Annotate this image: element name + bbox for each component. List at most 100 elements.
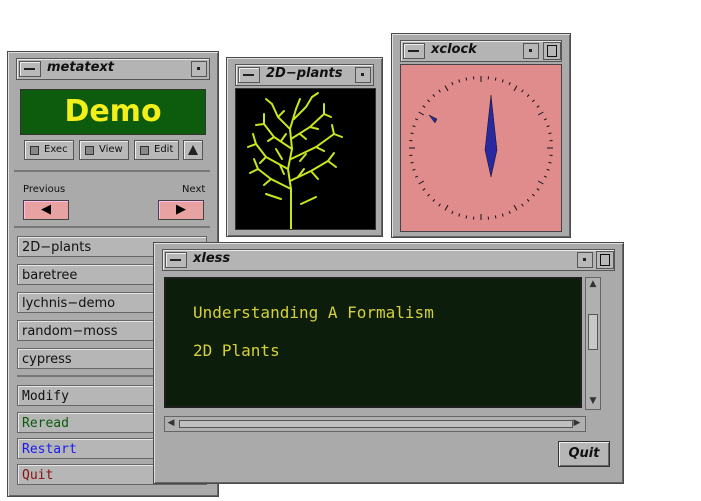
clock-tick	[513, 85, 518, 92]
clock-tick	[438, 203, 441, 207]
minimize-icon[interactable]	[577, 252, 593, 268]
window-title: 2D−plants	[266, 66, 343, 81]
clock-tick	[465, 77, 468, 81]
clock-tick	[536, 188, 540, 191]
maximize-icon[interactable]	[543, 42, 561, 60]
clock-tick	[458, 213, 461, 217]
clock-tick	[508, 82, 511, 86]
clock-tick	[526, 198, 530, 202]
maximize-icon[interactable]	[596, 251, 614, 269]
clock-tick	[546, 168, 550, 171]
divider	[14, 170, 210, 172]
clock-tick	[418, 111, 425, 116]
arrow-right-icon: ▶	[176, 202, 186, 217]
edit-toggle[interactable]: Edit	[134, 140, 179, 160]
divider	[14, 226, 210, 228]
minimize-icon[interactable]	[523, 43, 539, 59]
scroll-left-icon[interactable]: ◀	[166, 418, 176, 428]
xclock-titlebar[interactable]: xclock	[400, 40, 562, 62]
clock-tick	[513, 204, 518, 211]
clock-tick	[526, 94, 530, 98]
clock-tick	[451, 210, 454, 214]
plants-titlebar[interactable]: 2D−plants	[235, 64, 374, 86]
scroll-up-icon[interactable]: ▲	[588, 279, 598, 289]
quit-button[interactable]: Quit	[558, 441, 610, 467]
clock-tick	[501, 79, 504, 83]
clock-tick	[444, 204, 449, 211]
clock-tick	[422, 105, 426, 108]
clock-tick	[521, 203, 524, 207]
window-title: xless	[193, 251, 231, 266]
clock-tick	[418, 180, 425, 185]
triangle-up-icon	[188, 145, 198, 155]
window-menu-icon[interactable]	[19, 61, 41, 77]
clock-tick	[537, 180, 544, 185]
clock-tick	[432, 94, 436, 98]
minimize-icon[interactable]	[355, 67, 371, 83]
second-hand	[428, 114, 438, 124]
checkbox-icon	[30, 146, 39, 155]
next-button[interactable]: ▶	[158, 200, 204, 220]
next-label: Next	[182, 184, 206, 195]
clock-tick	[546, 125, 550, 128]
clock-tick	[465, 215, 468, 219]
vertical-scrollbar[interactable]: ▲ ▼	[585, 277, 601, 410]
plant-drawing	[247, 92, 343, 230]
clock-tick	[432, 198, 436, 202]
hour-hand	[484, 94, 498, 178]
clock-tick	[521, 89, 524, 93]
clock-tick	[451, 82, 454, 86]
clock-tick	[422, 188, 426, 191]
clock-tick	[536, 105, 540, 108]
clock-tick	[427, 99, 431, 103]
previous-label: Previous	[23, 184, 66, 195]
clock-tick	[494, 77, 497, 81]
arrow-left-icon: ◀	[41, 202, 51, 217]
clock-tick	[412, 125, 416, 128]
view-toggle[interactable]: View	[79, 140, 129, 160]
clock-tick	[415, 175, 419, 178]
scroll-right-icon[interactable]: ▶	[572, 418, 582, 428]
text-line: 2D Plants	[193, 341, 280, 360]
window-menu-icon[interactable]	[238, 67, 260, 83]
metatext-titlebar[interactable]: metatext	[16, 58, 210, 80]
plants-window: 2D−plants	[226, 57, 383, 237]
clock-tick	[501, 213, 504, 217]
minimize-icon[interactable]	[191, 61, 207, 77]
scroll-up-button[interactable]	[183, 140, 203, 160]
scroll-track[interactable]	[179, 420, 573, 428]
clock-tick	[410, 161, 414, 164]
text-viewer[interactable]: Understanding A Formalism 2D Plants	[164, 277, 582, 408]
clock-tick	[543, 118, 547, 121]
window-menu-icon[interactable]	[403, 43, 425, 59]
clock-tick	[531, 99, 535, 103]
clock-tick	[444, 85, 449, 92]
xless-window: xless Understanding A Formalism 2D Plant…	[153, 242, 624, 484]
scroll-thumb[interactable]	[588, 314, 598, 350]
window-title: xclock	[431, 42, 477, 57]
clock-dial	[409, 76, 553, 220]
clock-tick	[438, 89, 441, 93]
clock-tick	[458, 79, 461, 83]
clock-tick	[415, 118, 419, 121]
clock-tick	[412, 168, 416, 171]
clock-tick	[531, 193, 535, 197]
exec-toggle[interactable]: Exec	[24, 140, 74, 160]
clock-tick	[537, 111, 544, 116]
xclock-window: xclock	[391, 33, 571, 238]
window-title: metatext	[47, 60, 114, 75]
previous-button[interactable]: ◀	[23, 200, 69, 220]
text-line: Understanding A Formalism	[193, 303, 434, 322]
horizontal-scrollbar[interactable]: ◀ ▶	[164, 416, 586, 432]
clock-tick	[508, 210, 511, 214]
checkbox-icon	[85, 146, 94, 155]
checkbox-icon	[140, 146, 149, 155]
clock-tick	[548, 132, 552, 135]
clock-tick	[427, 193, 431, 197]
demo-banner: Demo	[20, 89, 206, 135]
xless-titlebar[interactable]: xless	[162, 249, 615, 271]
clock-tick	[494, 215, 497, 219]
scroll-down-icon[interactable]: ▼	[588, 396, 598, 406]
plant-canvas	[235, 88, 376, 230]
window-menu-icon[interactable]	[165, 252, 187, 268]
